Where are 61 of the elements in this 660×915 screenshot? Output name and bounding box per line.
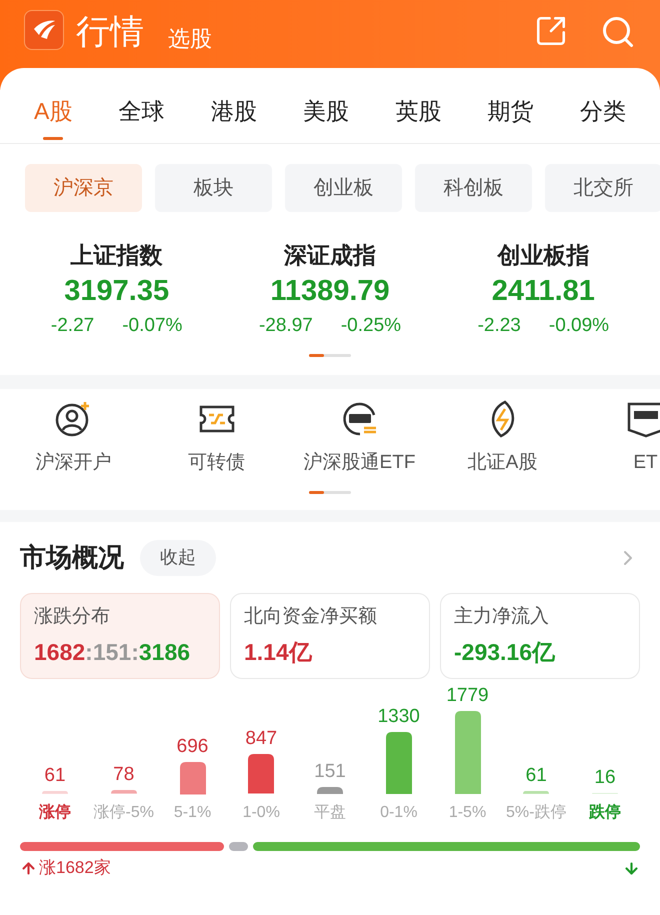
index-value: 11389.79 <box>270 274 390 308</box>
exchange-chip[interactable]: 沪深京 <box>25 164 142 212</box>
advancers-count: 涨1682家 <box>39 857 111 879</box>
search-button[interactable] <box>600 14 636 50</box>
page-title: 行情 <box>76 12 144 53</box>
index-percent: -0.07% <box>122 314 182 338</box>
shortcut-item[interactable]: ET <box>574 398 660 477</box>
bar-value: 696 <box>176 734 208 759</box>
arrow-up-icon <box>20 860 37 876</box>
bar-value: 16 <box>594 766 616 790</box>
bar-category: 涨停 <box>39 802 71 823</box>
shortcut-item[interactable]: 沪深开户 <box>2 398 145 477</box>
collapse-button[interactable]: 收起 <box>140 540 216 576</box>
exchange-chip[interactable]: 创业板 <box>285 164 402 212</box>
bar-category: 1-0% <box>242 803 280 823</box>
exchange-chip[interactable]: 板块 <box>155 164 272 212</box>
bar-value: 61 <box>526 764 547 788</box>
exchange-chip[interactable]: 科创板 <box>415 164 532 212</box>
index-change: -2.27 <box>50 314 94 338</box>
scroll-thumb <box>309 354 324 356</box>
index-change: -2.23 <box>478 314 521 338</box>
app-logo-icon <box>24 10 64 50</box>
market-tab[interactable]: 美股 <box>303 94 350 142</box>
index-value: 2411.81 <box>492 274 595 308</box>
scroll-thumb <box>309 491 324 494</box>
market-tab[interactable]: 全球 <box>118 94 165 142</box>
index-value: 3197.35 <box>64 274 170 308</box>
bar-category: 0-1% <box>380 803 418 823</box>
bar-category: 涨停-5% <box>94 803 154 823</box>
bar-value: 847 <box>245 727 278 752</box>
overview-card[interactable]: 主力净流入 -293.16亿 <box>440 593 640 679</box>
bar-value: 61 <box>44 764 66 788</box>
arrow-down-icon <box>623 860 640 876</box>
index-percent: -0.09% <box>548 314 610 338</box>
index-name: 深证成指 <box>284 240 376 270</box>
market-tab[interactable]: 英股 <box>395 94 442 142</box>
index-change: -28.97 <box>258 314 313 338</box>
index-percent: -0.25% <box>340 314 402 338</box>
bar-value: 1330 <box>378 704 420 729</box>
exchange-chip[interactable]: 北交所 <box>545 164 660 212</box>
shortcut-item[interactable]: 北证A股 <box>431 398 574 477</box>
shortcut-item[interactable]: 可转债 <box>145 398 288 477</box>
bar-category: 5-1% <box>174 803 212 823</box>
section-title: 市场概况 <box>20 541 124 574</box>
bar-category: 跌停 <box>589 802 621 823</box>
market-tab[interactable]: 分类 <box>580 94 626 142</box>
bar-category: 5%-跌停 <box>506 803 566 823</box>
breadth-segment <box>229 842 248 851</box>
bar-value: 1779 <box>446 684 489 708</box>
bar-category: 平盘 <box>314 803 346 823</box>
share-button[interactable] <box>534 14 568 48</box>
index-name: 上证指数 <box>70 240 163 270</box>
shortcut-item[interactable]: 沪深股通ETF <box>288 398 431 477</box>
overview-card[interactable]: 涨跌分布 1682:151:3186 <box>20 593 220 679</box>
market-tab[interactable]: 港股 <box>210 94 257 142</box>
index-name: 创业板指 <box>497 240 590 270</box>
overview-card[interactable]: 北向资金净买额 1.14亿 <box>230 593 430 679</box>
bar-value: 151 <box>314 760 346 784</box>
market-tab[interactable]: 期货 <box>488 94 534 142</box>
bar-category: 1-5% <box>448 803 486 823</box>
bar-value: 78 <box>113 763 134 788</box>
